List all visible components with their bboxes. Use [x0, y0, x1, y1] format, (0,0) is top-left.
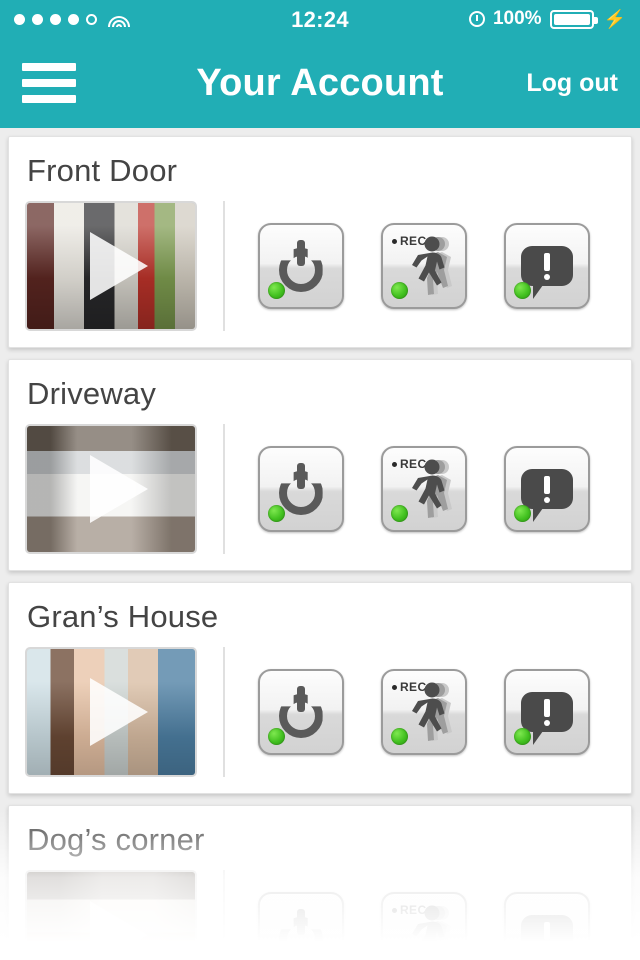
camera-controls: REC [225, 647, 615, 777]
logout-button[interactable]: Log out [526, 69, 618, 98]
power-button[interactable] [257, 669, 344, 755]
camera-name: Gran’s House [27, 599, 219, 634]
alert-notification-button[interactable] [504, 669, 591, 755]
camera-card-body: REC [25, 201, 615, 331]
camera-name: Front Door [27, 153, 178, 188]
walking-person-icon [411, 904, 458, 960]
rec-dot-icon [391, 907, 397, 913]
play-icon[interactable] [90, 901, 148, 960]
camera-list: Front Door REC Driveway REC Gran’s House… [0, 128, 640, 960]
motion-status-led [390, 505, 408, 522]
camera-thumbnail[interactable] [25, 870, 197, 960]
walking-person-icon [411, 235, 458, 297]
camera-controls: REC [225, 201, 615, 331]
camera-name: Driveway [27, 376, 157, 411]
motion-status-led [390, 728, 408, 745]
rec-dot-icon [391, 461, 397, 467]
alert-notification-button[interactable] [504, 223, 591, 309]
camera-thumbnail[interactable] [25, 201, 197, 331]
camera-card-4[interactable]: Dog’s corner REC [8, 805, 632, 960]
camera-thumbnail[interactable] [25, 647, 197, 777]
alert-notification-button[interactable] [504, 446, 591, 532]
power-icon [260, 894, 342, 960]
alert-notification-button[interactable] [504, 892, 591, 960]
motion-record-button[interactable]: REC [380, 892, 467, 960]
alarm-clock-icon [468, 11, 485, 27]
alert-bubble-icon [506, 894, 588, 960]
camera-thumbnail[interactable] [25, 424, 197, 554]
power-button[interactable] [257, 892, 344, 960]
motion-record-button[interactable]: REC [380, 446, 467, 532]
camera-card-3[interactable]: Gran’s House REC [8, 582, 632, 794]
status-bar-clock: 12:24 [291, 7, 349, 32]
play-icon[interactable] [90, 678, 148, 746]
status-bar: 12:24 100% ⚡ [0, 0, 640, 38]
camera-controls: REC [225, 870, 615, 960]
play-icon[interactable] [90, 232, 148, 300]
camera-name: Dog’s corner [27, 822, 205, 857]
power-status-led [267, 951, 285, 960]
power-button[interactable] [257, 446, 344, 532]
power-status-led [267, 728, 285, 745]
camera-card-body: REC [25, 647, 615, 777]
battery-full-icon [549, 9, 598, 29]
app-root: 12:24 100% ⚡ Your Account Log out Front … [0, 0, 640, 960]
walking-person-icon [411, 458, 458, 520]
power-status-led [267, 505, 285, 522]
hamburger-menu-icon[interactable] [22, 63, 76, 103]
rec-dot-icon [391, 684, 397, 690]
motion-status-led [390, 951, 408, 960]
walking-person-icon [411, 681, 458, 743]
power-button[interactable] [257, 223, 344, 309]
play-icon[interactable] [90, 455, 148, 523]
camera-card-body: REC [25, 870, 615, 960]
power-status-led [267, 282, 285, 299]
motion-record-button[interactable]: REC [380, 669, 467, 755]
camera-card-1[interactable]: Front Door REC [8, 136, 632, 348]
camera-card-body: REC [25, 424, 615, 554]
motion-record-button[interactable]: REC [380, 223, 467, 309]
rec-dot-icon [391, 238, 397, 244]
motion-status-led [390, 282, 408, 299]
camera-controls: REC [225, 424, 615, 554]
app-header: Your Account Log out [0, 38, 640, 128]
camera-card-2[interactable]: Driveway REC [8, 359, 632, 571]
